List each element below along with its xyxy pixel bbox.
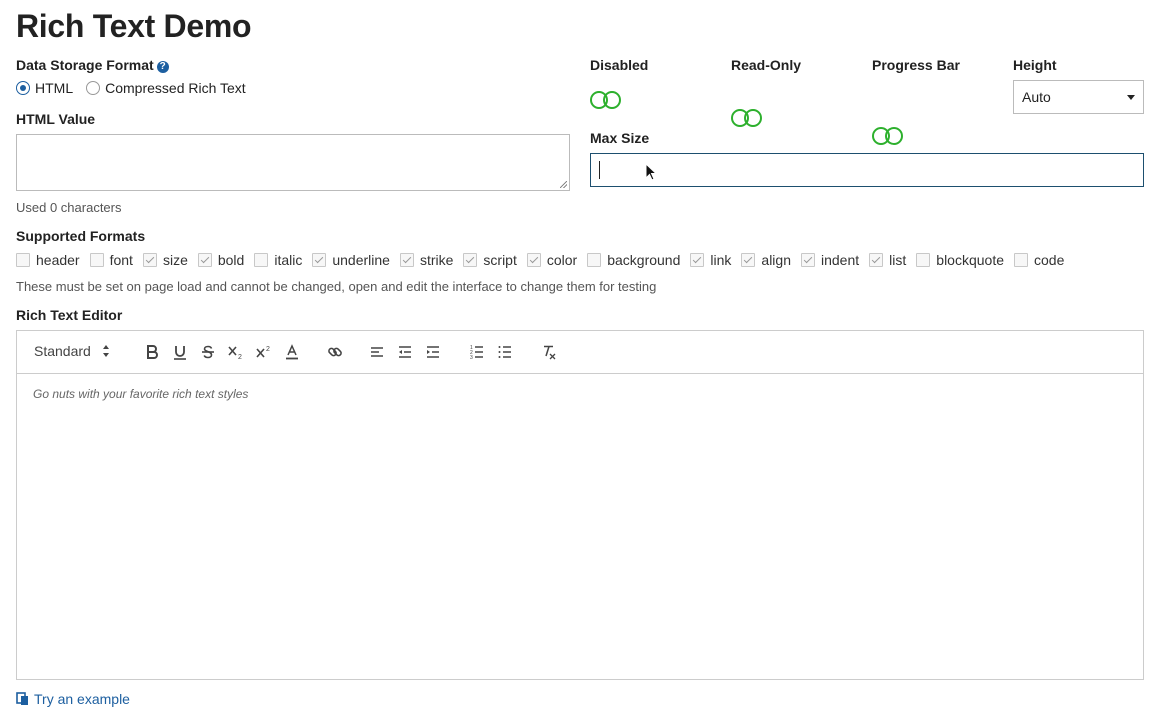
format-label-blockquote[interactable]: blockquote	[936, 252, 1004, 268]
supported-formats-list: header font size bold italic underline strike s…	[16, 252, 1074, 268]
format-label-header[interactable]: header	[36, 252, 80, 268]
radio-html[interactable]	[16, 81, 30, 95]
html-value-textarea[interactable]	[16, 134, 570, 191]
height-label: Height	[1013, 57, 1057, 73]
superscript-icon[interactable]: 2	[254, 342, 274, 362]
storage-format-label-text: Data Storage Format	[16, 57, 154, 73]
size-select-value: Standard	[34, 343, 91, 359]
format-checkbox-blockquote[interactable]	[916, 253, 931, 267]
format-label-background[interactable]: background	[607, 252, 680, 268]
chevron-down-icon	[1127, 94, 1135, 100]
format-label-align[interactable]: align	[761, 252, 791, 268]
text-color-icon[interactable]	[282, 342, 302, 362]
format-label-size[interactable]: size	[163, 252, 188, 268]
read-only-toggle[interactable]	[731, 109, 763, 127]
supported-formats-label: Supported Formats	[16, 228, 146, 244]
format-checkbox-link[interactable]	[690, 253, 705, 267]
format-checkbox-bold[interactable]	[197, 253, 212, 267]
size-select[interactable]: Standard	[34, 343, 111, 359]
storage-format-label: Data Storage Format?	[16, 57, 169, 73]
format-label-font[interactable]: font	[110, 252, 133, 268]
format-checkbox-script[interactable]	[463, 253, 478, 267]
editor-toolbar: Standard 2 2 1 2 3	[17, 331, 1143, 374]
format-checkbox-background[interactable]	[587, 253, 602, 267]
read-only-label: Read-Only	[731, 57, 802, 73]
svg-text:2: 2	[238, 354, 242, 361]
page-title: Rich Text Demo	[16, 8, 252, 44]
format-checkbox-header[interactable]	[16, 253, 30, 267]
format-checkbox-font[interactable]	[89, 253, 104, 267]
clipboard-icon	[16, 692, 28, 705]
format-checkbox-italic[interactable]	[254, 253, 269, 267]
indent-icon[interactable]	[423, 342, 443, 362]
rich-text-editor: Standard 2 2 1 2 3 Go nuts with your fav…	[16, 330, 1144, 680]
svg-text:2: 2	[266, 346, 270, 353]
outdent-icon[interactable]	[395, 342, 415, 362]
progress-bar-toggle[interactable]	[872, 127, 904, 145]
underline-icon[interactable]	[170, 342, 190, 362]
try-example-label[interactable]: Try an example	[34, 691, 130, 707]
format-label-code[interactable]: code	[1034, 252, 1064, 268]
character-count: Used 0 characters	[16, 200, 122, 215]
format-checkbox-indent[interactable]	[801, 253, 815, 267]
align-left-icon[interactable]	[367, 342, 387, 362]
height-select[interactable]: Auto	[1013, 80, 1144, 114]
updown-icon	[102, 345, 111, 357]
format-checkbox-size[interactable]	[142, 253, 157, 267]
link-icon[interactable]	[325, 342, 345, 362]
radio-compressed-label[interactable]: Compressed Rich Text	[105, 80, 246, 96]
format-label-link[interactable]: link	[710, 252, 731, 268]
disabled-toggle[interactable]	[590, 91, 622, 109]
mouse-pointer-icon	[645, 163, 657, 181]
format-label-indent[interactable]: indent	[821, 252, 859, 268]
format-label-strike[interactable]: strike	[420, 252, 453, 268]
strike-icon[interactable]	[198, 342, 218, 362]
format-label-underline[interactable]: underline	[332, 252, 390, 268]
text-cursor	[599, 161, 600, 179]
progress-bar-label: Progress Bar	[872, 57, 960, 73]
editor-placeholder[interactable]: Go nuts with your favorite rich text sty…	[33, 387, 248, 401]
format-label-script[interactable]: script	[483, 252, 516, 268]
format-label-color[interactable]: color	[547, 252, 577, 268]
bold-icon[interactable]	[142, 342, 162, 362]
formats-note: These must be set on page load and canno…	[16, 279, 657, 294]
subscript-icon[interactable]: 2	[226, 342, 246, 362]
format-checkbox-strike[interactable]	[399, 253, 414, 267]
height-select-value: Auto	[1022, 89, 1051, 105]
format-checkbox-align[interactable]	[741, 253, 756, 267]
format-checkbox-code[interactable]	[1014, 253, 1028, 267]
max-size-input[interactable]	[590, 153, 1144, 187]
radio-html-label[interactable]: HTML	[35, 80, 73, 96]
storage-format-radios: HTML Compressed Rich Text	[16, 80, 254, 96]
resize-handle-icon[interactable]	[560, 181, 567, 188]
format-checkbox-color[interactable]	[526, 253, 541, 267]
bullet-list-icon[interactable]	[495, 342, 515, 362]
disabled-label: Disabled	[590, 57, 649, 73]
format-label-bold[interactable]: bold	[218, 252, 244, 268]
rich-text-editor-label: Rich Text Editor	[16, 307, 123, 323]
radio-compressed[interactable]	[86, 81, 101, 95]
html-value-label: HTML Value	[16, 111, 96, 127]
format-checkbox-list[interactable]	[869, 253, 884, 267]
ordered-list-icon[interactable]: 123	[467, 342, 487, 362]
max-size-label: Max Size	[590, 130, 650, 146]
format-label-italic[interactable]: italic	[274, 252, 302, 268]
svg-text:3: 3	[470, 355, 473, 361]
help-icon[interactable]: ?	[156, 61, 169, 73]
format-label-list[interactable]: list	[889, 252, 906, 268]
try-example-link[interactable]: Try an example	[16, 691, 130, 707]
format-checkbox-underline[interactable]	[312, 253, 327, 267]
clear-format-icon[interactable]	[539, 342, 559, 362]
